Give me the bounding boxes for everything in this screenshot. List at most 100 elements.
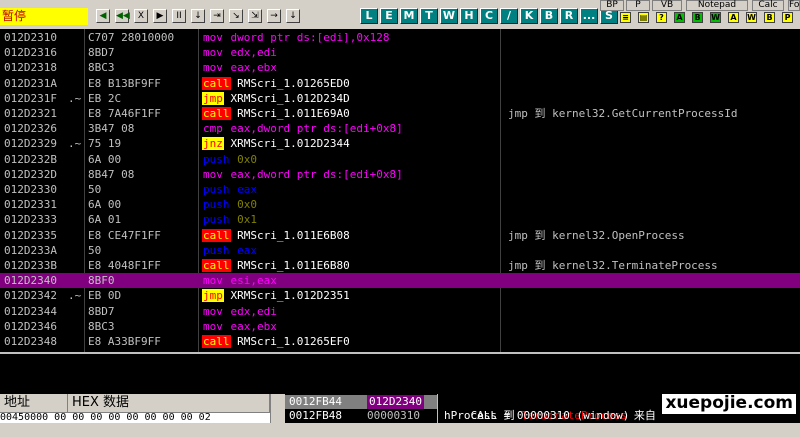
- disasm-hex: E8 CE47F1FF: [88, 228, 161, 242]
- stack-row[interactable]: 0012FB48 00000310: [285, 409, 437, 423]
- dump-header: 地址 HEX 数据: [0, 394, 270, 413]
- disasm-row[interactable]: 012D2333 6A 01 push 0x1: [0, 212, 800, 227]
- debug-button-7[interactable]: ↘: [229, 9, 243, 23]
- disasm-address: 012D2331: [4, 198, 57, 212]
- option-button-5[interactable]: W: [710, 12, 721, 23]
- disassembly-pane[interactable]: 012D2310 C707 28010000 mov dword ptr ds:[e…: [0, 29, 800, 352]
- disasm-hex: 8BC3: [88, 61, 115, 75]
- disasm-instruction: mov dword ptr ds:[edi],0x128: [202, 30, 389, 45]
- disasm-operand: RMScri_1.011E6B08: [237, 228, 350, 242]
- window-button-4[interactable]: W: [440, 8, 458, 24]
- debug-button-9[interactable]: →: [267, 9, 281, 23]
- disasm-row[interactable]: 012D231A E8 B13BF9FF call RMScri_1.01265ED…: [0, 76, 800, 91]
- disasm-row[interactable]: 012D2316 8BD7 mov edx,edi: [0, 45, 800, 60]
- memory-dump-pane[interactable]: 地址 HEX 数据 00450000 00 00 00 00 00 00 00 …: [0, 394, 285, 423]
- disasm-mnemonic: push: [203, 213, 230, 227]
- disasm-row[interactable]: 012D2344 8BD7 mov edx,edi: [0, 304, 800, 319]
- window-button-7[interactable]: /: [500, 8, 518, 24]
- disasm-comment: jmp 到 kernel32.OpenProcess: [508, 228, 685, 242]
- disasm-comment: jmp 到 kernel32.GetCurrentProcessId: [508, 107, 738, 120]
- disasm-row[interactable]: 012D231F .~ EB 2C jmp XRMScri_1.012D234D: [0, 91, 800, 106]
- disasm-row[interactable]: 012D2335 E8 CE47F1FF call RMScri_1.011E6B0…: [0, 228, 800, 243]
- disasm-row[interactable]: 012D2331 6A 00 push 0x0: [0, 197, 800, 212]
- disasm-row[interactable]: 012D2310 C707 28010000 mov dword ptr ds:[e…: [0, 30, 800, 45]
- stack-address: 0012FB44: [289, 395, 342, 408]
- disasm-comment: jmp 到 kernel32.TerminateProcess: [508, 259, 718, 272]
- window-button-6[interactable]: C: [480, 8, 498, 24]
- window-button-5[interactable]: H: [460, 8, 478, 24]
- stack-row[interactable]: 0012FB44 012D2340: [285, 395, 437, 409]
- plugin-button-5[interactable]: Folder: [788, 0, 800, 11]
- debug-button-3[interactable]: ▶: [153, 9, 167, 23]
- window-button-8[interactable]: K: [520, 8, 538, 24]
- plugin-button-4[interactable]: Calc: [752, 0, 784, 11]
- disasm-instruction: call RMScri_1.01265EF0: [202, 334, 350, 349]
- jump-marker: .~: [68, 137, 82, 151]
- window-button-3[interactable]: T: [420, 8, 438, 24]
- disasm-hex: 50: [88, 183, 102, 196]
- option-button-8[interactable]: B: [764, 12, 775, 23]
- disasm-hex: 6A 01: [88, 213, 122, 227]
- disasm-instruction: push eax: [202, 243, 257, 258]
- option-button-4[interactable]: B: [692, 12, 703, 23]
- disasm-row[interactable]: 012D2326 3B47 08 cmp eax,dword ptr ds:[edi…: [0, 121, 800, 136]
- window-button-11[interactable]: ...: [580, 8, 598, 24]
- option-button-2[interactable]: ?: [656, 12, 667, 23]
- stack-pane[interactable]: 0012FB44 012D2340 0012FB48 00000310: [285, 394, 437, 423]
- disasm-row[interactable]: 012D2346 8BC3 mov eax,ebx: [0, 319, 800, 334]
- option-button-6[interactable]: A: [728, 12, 739, 23]
- dump-header-hex[interactable]: HEX 数据: [68, 394, 270, 412]
- disasm-instruction: push 0x1: [202, 212, 257, 227]
- disasm-operand: eax,ebx: [230, 61, 277, 75]
- disasm-hex: 8BC3: [88, 319, 115, 333]
- option-button-0[interactable]: ≡: [620, 12, 631, 23]
- disasm-instruction: call RMScri_1.011E6B08: [202, 228, 350, 243]
- disasm-instruction: call RMScri_1.01265ED0: [202, 76, 350, 91]
- disasm-hex: EB 2C: [88, 91, 122, 105]
- plugin-button-2[interactable]: VB: [652, 0, 682, 11]
- option-button-9[interactable]: P: [782, 12, 793, 23]
- disasm-instruction: jnz XRMScri_1.012D2344: [202, 136, 350, 151]
- disasm-row[interactable]: 012D2342 .~ EB 0D jmp XRMScri_1.012D2351: [0, 288, 800, 303]
- disasm-row[interactable]: 012D2348 E8 A33BF9FF call RMScri_1.01265EF…: [0, 334, 800, 349]
- option-button-7[interactable]: W: [746, 12, 757, 23]
- stack-value: 00000310: [367, 409, 420, 422]
- disasm-operand: esi,eax: [230, 274, 277, 288]
- disasm-row[interactable]: 012D2330 50 push eax: [0, 182, 800, 197]
- window-button-10[interactable]: R: [560, 8, 578, 24]
- plugin-button-0[interactable]: BP: [600, 0, 624, 11]
- disasm-mnemonic: jnz: [202, 137, 224, 151]
- disasm-row[interactable]: 012D2340 8BF0 mov esi,eax: [0, 273, 800, 289]
- debug-button-8[interactable]: ⇲: [248, 9, 262, 23]
- option-button-3[interactable]: A: [674, 12, 685, 23]
- dump-row: 00450000 00 00 00 00 00 00 00 00 02: [0, 412, 211, 423]
- debug-button-0[interactable]: ◀: [96, 9, 110, 23]
- window-button-0[interactable]: L: [360, 8, 378, 24]
- window-button-1[interactable]: E: [380, 8, 398, 24]
- disasm-row[interactable]: 012D2318 8BC3 mov eax,ebx: [0, 60, 800, 75]
- disasm-row[interactable]: 012D233A 50 push eax: [0, 243, 800, 258]
- debug-button-5[interactable]: ↓: [191, 9, 205, 23]
- plugin-button-1[interactable]: P: [626, 0, 650, 11]
- debug-button-4[interactable]: II: [172, 9, 186, 23]
- dump-header-address[interactable]: 地址: [0, 394, 68, 412]
- disasm-row[interactable]: 012D232B 6A 00 push 0x0: [0, 152, 800, 167]
- debug-button-6[interactable]: ⇥: [210, 9, 224, 23]
- plugin-button-3[interactable]: Notepad: [686, 0, 748, 11]
- disasm-row[interactable]: 012D2321 E8 7A46F1FF call RMScri_1.011E69A…: [0, 106, 800, 121]
- option-button-1[interactable]: ▤: [638, 12, 649, 23]
- disasm-row[interactable]: 012D233B E8 4048F1FF call RMScri_1.011E6B8…: [0, 258, 800, 273]
- call-suffix: 来自: [627, 409, 656, 422]
- window-button-9[interactable]: B: [540, 8, 558, 24]
- debug-button-10[interactable]: ↓: [286, 9, 300, 23]
- debug-button-1[interactable]: ◀◀: [115, 9, 130, 23]
- disasm-address: 012D2346: [4, 319, 57, 333]
- disasm-row[interactable]: 012D2329 .~ 75 19 jnz XRMScri_1.012D2344: [0, 136, 800, 151]
- dump-scrollbar[interactable]: [270, 394, 285, 423]
- disasm-row[interactable]: 012D232D 8B47 08 mov eax,dword ptr ds:[edi…: [0, 167, 800, 182]
- disasm-operand: XRMScri_1.012D234D: [230, 91, 350, 105]
- disasm-address: 012D2329: [4, 137, 57, 151]
- window-button-2[interactable]: M: [400, 8, 418, 24]
- disasm-instruction: call RMScri_1.011E6B80: [202, 258, 350, 273]
- debug-button-2[interactable]: X: [134, 9, 148, 23]
